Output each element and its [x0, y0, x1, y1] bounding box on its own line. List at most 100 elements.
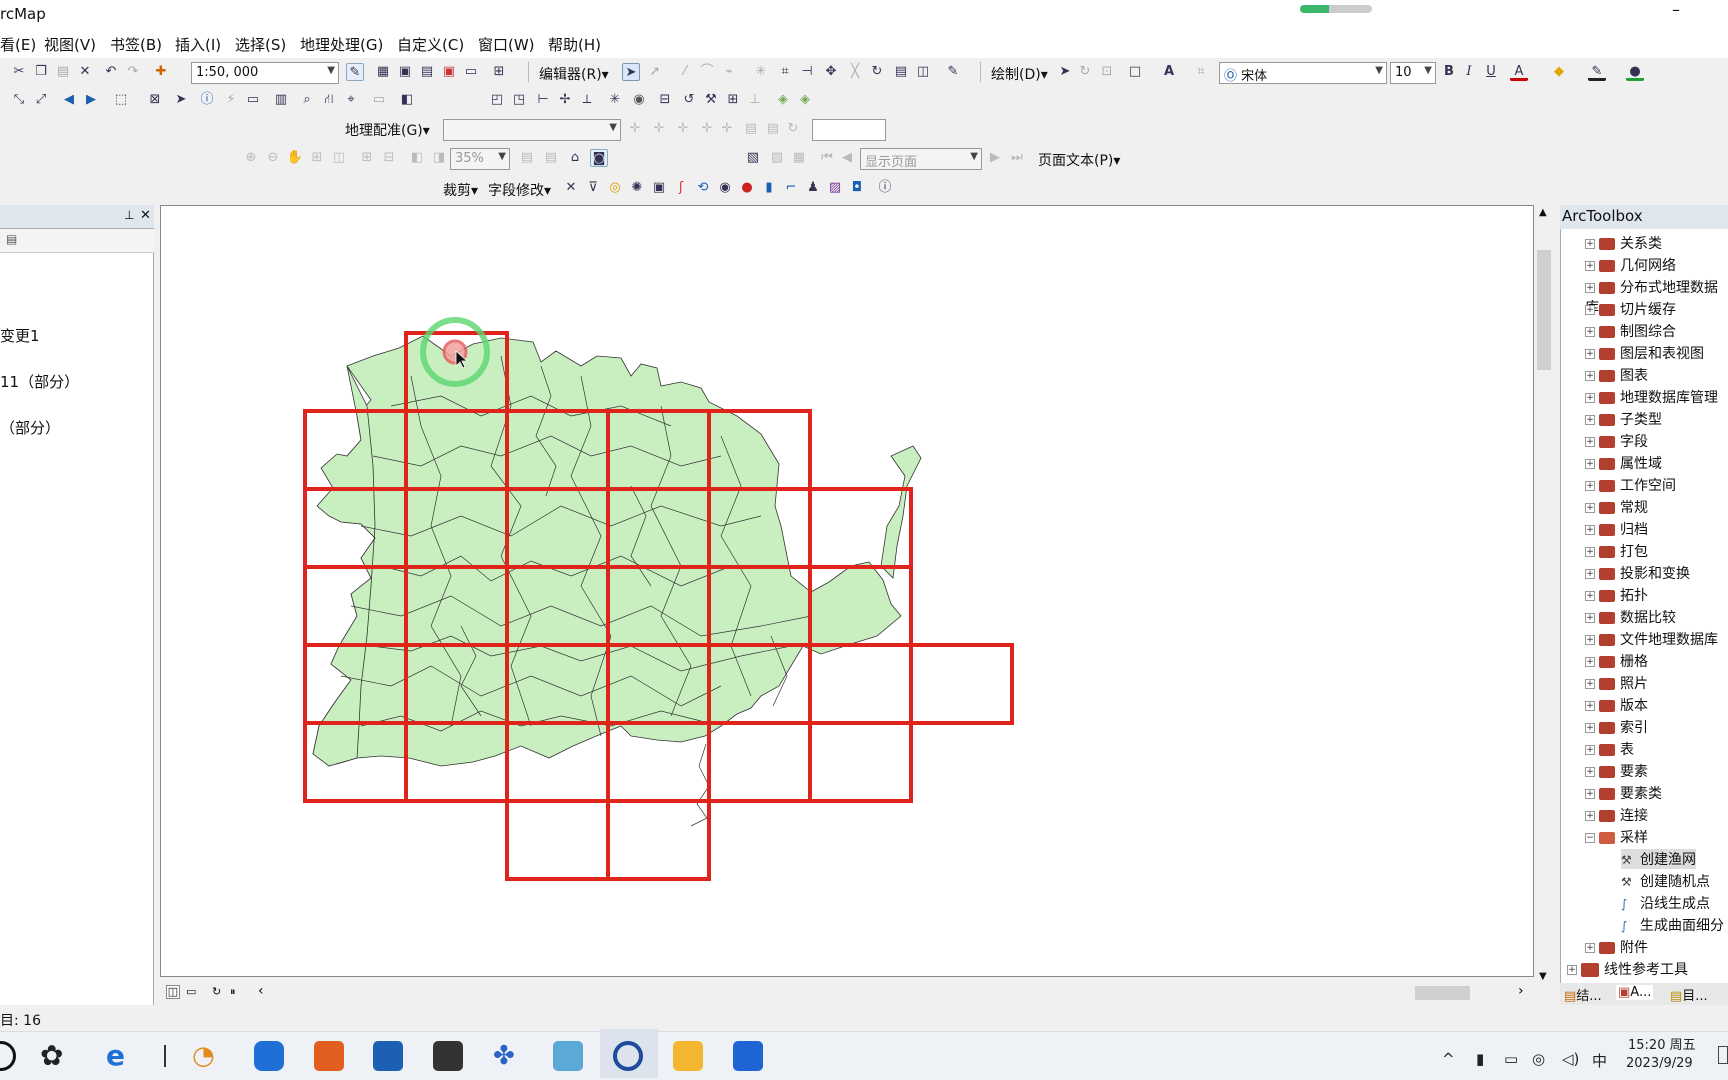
- ddp-export-icon[interactable]: ▨: [768, 149, 786, 167]
- pause-drawing-icon[interactable]: ⏸: [230, 985, 236, 999]
- file-explorer-icon[interactable]: [673, 1041, 703, 1071]
- network-globe-icon[interactable]: ◎: [1532, 1050, 1545, 1068]
- arc-segment-icon[interactable]: ⌒: [698, 63, 716, 81]
- add-data-icon[interactable]: ✚: [152, 63, 170, 81]
- toolset-attachments[interactable]: + 附件: [1585, 937, 1648, 957]
- rotate-element-icon[interactable]: ↻: [1076, 63, 1094, 81]
- toolset-photos[interactable]: + 照片: [1585, 673, 1648, 693]
- previous-extent-layout-icon[interactable]: ◧: [408, 149, 426, 167]
- network-icon[interactable]: ✳: [606, 91, 624, 109]
- search-window-icon[interactable]: ▤: [418, 63, 436, 81]
- info-icon[interactable]: ⓘ: [876, 179, 894, 197]
- map-horizontal-scrollbar[interactable]: ◫ ▭ ↻ ⏸ ‹ ›: [160, 983, 1554, 1003]
- internet-explorer-icon[interactable]: e: [106, 1041, 136, 1071]
- back-extent-icon[interactable]: ◀: [60, 91, 78, 109]
- expand-icon[interactable]: +: [1585, 459, 1595, 469]
- georeferencing-menu[interactable]: 地理配准(G)▾: [345, 120, 430, 140]
- raster-icon[interactable]: ⊟: [656, 91, 674, 109]
- layout-zoom-out-icon[interactable]: ⊖: [264, 149, 282, 167]
- expand-icon[interactable]: +: [1585, 943, 1595, 953]
- arcgis-icon[interactable]: [613, 1041, 643, 1071]
- view-link-table-2-icon[interactable]: ▤: [764, 120, 782, 138]
- toolset-geodatabase-admin[interactable]: + 地理数据库管理: [1585, 387, 1718, 407]
- straight-segment-icon[interactable]: ⁄: [676, 63, 694, 81]
- menu-insert[interactable]: 插入(I): [175, 34, 221, 55]
- font-name-combo[interactable]: Ⓞ 宋体 ▼: [1219, 62, 1387, 84]
- hatch-tool-icon[interactable]: ▨: [826, 179, 844, 197]
- expand-icon[interactable]: +: [1585, 569, 1595, 579]
- expand-icon[interactable]: +: [1585, 239, 1595, 249]
- toolset-versions[interactable]: + 版本: [1585, 695, 1648, 715]
- toolset-file-geodatabase[interactable]: + 文件地理数据库: [1585, 629, 1718, 649]
- fixed-zoom-in-icon[interactable]: ⤡: [10, 91, 28, 109]
- expand-icon[interactable]: +: [1585, 613, 1595, 623]
- edit-annotation-icon[interactable]: ➚: [646, 63, 664, 81]
- draw-menu[interactable]: 绘制(D)▾: [991, 64, 1048, 84]
- sketchup-icon[interactable]: [373, 1041, 403, 1071]
- expand-icon[interactable]: +: [1585, 261, 1595, 271]
- tool-icon[interactable]: ⚒: [702, 91, 720, 109]
- expand-icon[interactable]: +: [1585, 393, 1595, 403]
- edit-tool-icon[interactable]: ➤: [622, 63, 640, 81]
- first-page-icon[interactable]: ⏮: [818, 149, 836, 167]
- expand-icon[interactable]: +: [1585, 525, 1595, 535]
- menu-bookmarks[interactable]: 书签(B): [110, 34, 162, 55]
- create-features-icon[interactable]: ✎: [944, 63, 962, 81]
- menu-windows[interactable]: 窗口(W): [478, 34, 535, 55]
- georef-layer-combo[interactable]: ▼: [443, 119, 621, 141]
- rectangle-icon[interactable]: □: [1126, 63, 1144, 81]
- microphone-icon[interactable]: ▮: [1476, 1050, 1484, 1068]
- data-view-icon[interactable]: ◫: [166, 985, 180, 999]
- tool-generate-tessellation[interactable]: ∫ 生成曲面细分: [1621, 915, 1724, 935]
- fixed-zoom-in-layout-icon[interactable]: ⊞: [358, 149, 376, 167]
- page-select-combo[interactable]: 显示页面 ▼: [860, 148, 982, 170]
- select-features-icon[interactable]: ⬚: [112, 91, 130, 109]
- model-builder-icon[interactable]: ⊞: [490, 63, 508, 81]
- toolset-table[interactable]: + 表: [1585, 739, 1634, 759]
- expand-icon[interactable]: +: [1585, 767, 1595, 777]
- scroll-up-icon[interactable]: ▲: [1539, 207, 1547, 218]
- toolset-graph[interactable]: + 图表: [1585, 365, 1648, 385]
- sync-tool-icon[interactable]: ⟲: [694, 179, 712, 197]
- menu-view[interactable]: 视图(V): [44, 34, 96, 55]
- georef-tool-2-icon[interactable]: ✛: [650, 120, 668, 138]
- vertical-scroll-thumb[interactable]: [1537, 250, 1551, 370]
- chevron-up-icon[interactable]: ^: [1442, 1050, 1455, 1068]
- menu-selection[interactable]: 选择(S): [235, 34, 286, 55]
- refresh-tool-icon[interactable]: ↺: [680, 91, 698, 109]
- scale-combo[interactable]: 1:50, 000 ▼: [191, 62, 339, 84]
- toolset-subtypes[interactable]: + 子类型: [1585, 409, 1662, 429]
- editor-menu[interactable]: 编辑器(R)▾: [539, 64, 609, 84]
- topology-icon[interactable]: ◰: [488, 91, 506, 109]
- redo-icon[interactable]: ↷: [124, 63, 142, 81]
- text-tool-icon[interactable]: A: [1160, 63, 1178, 81]
- next-extent-layout-icon[interactable]: ◨: [430, 149, 448, 167]
- data-driven-pages-icon[interactable]: ◙: [590, 149, 608, 167]
- tool-create-fishnet[interactable]: ⚒ 创建渔网: [1621, 849, 1696, 869]
- toc-layer-2[interactable]: 11（部分）: [0, 371, 79, 392]
- fixed-zoom-out-layout-icon[interactable]: ⊟: [380, 149, 398, 167]
- view-link-table-icon[interactable]: ▤: [742, 120, 760, 138]
- marker-color-icon[interactable]: ●: [1626, 63, 1644, 81]
- clip-menu[interactable]: 裁剪▾: [443, 180, 478, 200]
- toc-layer-1[interactable]: 变更1: [0, 325, 40, 346]
- expand-icon[interactable]: +: [1585, 371, 1595, 381]
- html-popup-icon[interactable]: ▭: [244, 91, 262, 109]
- toolset-fields[interactable]: + 字段: [1585, 431, 1648, 451]
- tab-catalog[interactable]: ▤目...: [1670, 985, 1708, 1004]
- expand-icon[interactable]: +: [1585, 437, 1595, 447]
- select-elements-pointer-icon[interactable]: ➤: [172, 91, 190, 109]
- sketch-properties-icon[interactable]: ◫: [914, 63, 932, 81]
- close-icon[interactable]: ✕: [140, 208, 151, 223]
- scroll-left-icon[interactable]: ‹: [258, 983, 264, 999]
- show-desktop-button[interactable]: [1718, 1046, 1728, 1064]
- python-window-icon[interactable]: ▭: [462, 63, 480, 81]
- ime-indicator[interactable]: 中: [1592, 1050, 1607, 1071]
- toolset-generalization[interactable]: + 制图综合: [1585, 321, 1676, 341]
- expand-icon[interactable]: +: [1585, 745, 1595, 755]
- expand-icon[interactable]: +: [1585, 283, 1595, 293]
- table-window-icon[interactable]: ▦: [374, 63, 392, 81]
- menu-help[interactable]: 帮助(H): [548, 34, 601, 55]
- layout-zoom-in-icon[interactable]: ⊕: [242, 149, 260, 167]
- corner-tool-icon[interactable]: ⌐: [782, 179, 800, 197]
